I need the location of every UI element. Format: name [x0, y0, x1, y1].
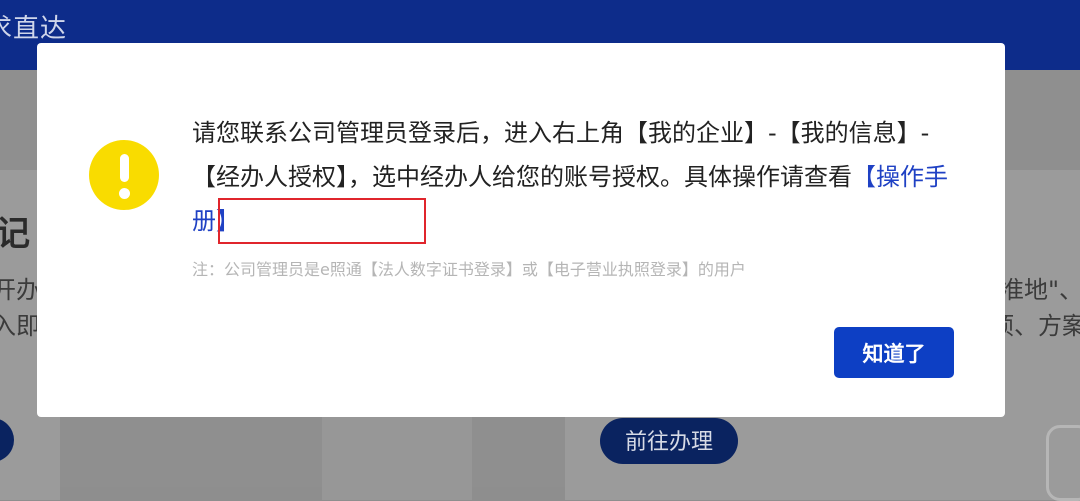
background-heading: 记: [0, 214, 30, 254]
background-right-text-1: 准地"、: [1000, 276, 1080, 304]
warning-exclamation-icon: [89, 140, 159, 210]
background-left-text-1: 开办: [0, 276, 40, 304]
message-text: 请您联系公司管理员登录后，进入右上角【我的企业】-【我的信息】-【经办人授权】，…: [192, 119, 930, 191]
exclamation-dot: [119, 188, 130, 199]
got-it-button[interactable]: 知道了: [834, 327, 954, 378]
background-left-text-2: 入即: [0, 312, 40, 340]
background-decoration: [1046, 425, 1080, 501]
manual-link-highlight-box: [218, 198, 426, 244]
header-title: 求直达: [0, 14, 68, 44]
dialog-note: 注：公司管理员是e照通【法人数字证书登录】或【电子营业执照登录】的用户: [192, 260, 746, 279]
go-handle-button[interactable]: 前往办理: [600, 418, 738, 464]
exclamation-bar: [120, 154, 129, 182]
